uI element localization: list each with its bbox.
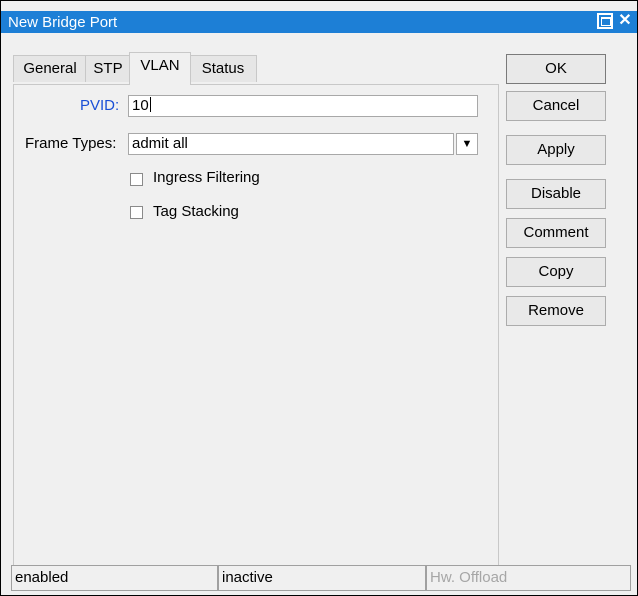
ok-button[interactable]: OK: [506, 54, 606, 84]
status-bar: enabled inactive Hw. Offload: [11, 565, 631, 591]
window-title: New Bridge Port: [8, 14, 118, 31]
frame-types-label: Frame Types:: [25, 135, 117, 152]
tab-vlan[interactable]: VLAN: [129, 52, 191, 85]
dropdown-arrow-icon[interactable]: ▼: [456, 133, 478, 155]
pvid-value: 10: [132, 97, 149, 114]
copy-button[interactable]: Copy: [506, 257, 606, 287]
pvid-input[interactable]: 10: [128, 95, 478, 117]
remove-button[interactable]: Remove: [506, 296, 606, 326]
close-icon[interactable]: ✕: [617, 13, 633, 29]
dialog-body: General STP VLAN Status PVID: 10 Frame T…: [1, 34, 637, 595]
apply-button[interactable]: Apply: [506, 135, 606, 165]
frame-types-select[interactable]: admit all: [128, 133, 454, 155]
cancel-button[interactable]: Cancel: [506, 91, 606, 121]
text-cursor: [149, 97, 151, 112]
frame-types-value: admit all: [132, 135, 188, 152]
status-enabled: enabled: [11, 565, 218, 591]
tag-stacking-label: Tag Stacking: [153, 203, 239, 220]
pvid-label: PVID:: [80, 97, 120, 114]
tab-general[interactable]: General: [13, 55, 87, 82]
tab-status[interactable]: Status: [189, 55, 257, 82]
bridge-port-window: New Bridge Port ✕ General STP VLAN Statu…: [0, 0, 638, 596]
vlan-panel: [13, 84, 499, 575]
ingress-filtering-label: Ingress Filtering: [153, 169, 260, 186]
tag-stacking-checkbox[interactable]: [130, 206, 143, 219]
tab-stp[interactable]: STP: [85, 55, 131, 82]
status-running: inactive: [218, 565, 426, 591]
comment-button[interactable]: Comment: [506, 218, 606, 248]
ingress-filtering-checkbox[interactable]: [130, 173, 143, 186]
title-bar[interactable]: New Bridge Port ✕: [1, 11, 637, 33]
status-hw-offload: Hw. Offload: [426, 565, 631, 591]
disable-button[interactable]: Disable: [506, 179, 606, 209]
restore-window-icon[interactable]: [597, 13, 613, 29]
